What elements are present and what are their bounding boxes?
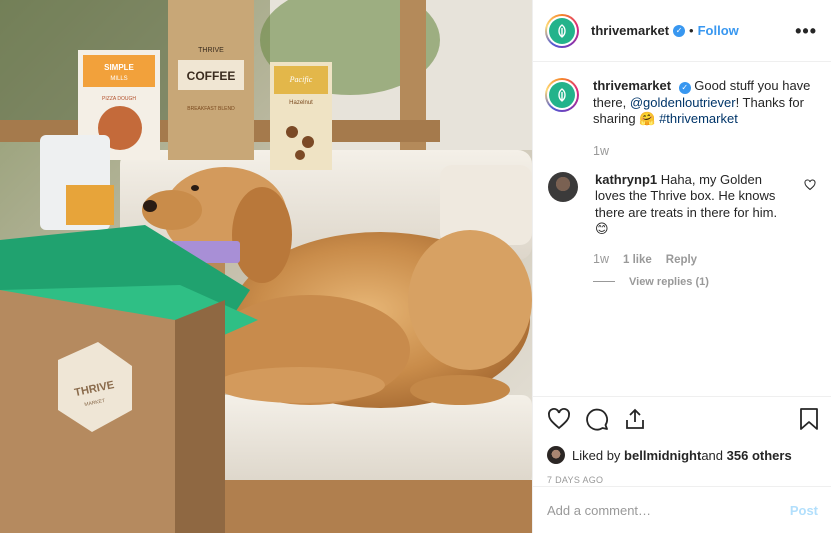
mix-box-label: PIZZA DOUGH [102, 96, 136, 102]
comment-username[interactable]: kathrynp1 [595, 172, 657, 187]
post-side-panel: thrivemarket ✓ • Follow ••• thrivemarket… [532, 0, 831, 533]
caption-avatar[interactable] [545, 78, 579, 112]
liked-prefix: Liked by [572, 447, 621, 463]
comment-input[interactable] [547, 502, 790, 518]
like-heart-icon[interactable] [547, 407, 571, 431]
comment-like-icon[interactable] [804, 178, 816, 194]
more-options-icon[interactable]: ••• [795, 22, 817, 40]
post-comment-button[interactable]: Post [790, 503, 818, 518]
view-replies-button[interactable]: View replies (1) [593, 276, 816, 288]
liker-avatar[interactable] [547, 446, 565, 464]
add-comment-bar: Post [533, 486, 831, 533]
comment-bubble-icon[interactable] [585, 407, 609, 431]
post-caption: thrivemarket ✓ Good stuff you have there… [545, 78, 816, 128]
comment-reply-button[interactable]: Reply [666, 254, 697, 266]
profile-avatar[interactable] [545, 13, 579, 48]
comment-item: kathrynp1 Haha, my Golden loves the Thri… [545, 171, 816, 238]
comments-list[interactable]: thrivemarket ✓ Good stuff you have there… [533, 62, 831, 396]
replies-divider [593, 281, 615, 282]
comment-meta: 1w 1 like Reply [593, 252, 816, 266]
comment-time[interactable]: 1w [593, 252, 609, 266]
comment-likes[interactable]: 1 like [623, 254, 652, 266]
header-separator: • [689, 23, 694, 38]
header-username[interactable]: thrivemarket [591, 23, 669, 38]
coffee-bag-label: COFFEE [187, 69, 236, 83]
commenter-avatar[interactable] [548, 171, 578, 202]
thrive-logo-icon [549, 17, 575, 44]
post-photo[interactable]: THRIVE COFFEE BREAKFAST BLEND SIMPLE MIL… [0, 0, 532, 533]
liked-user[interactable]: bellmidnight [624, 448, 701, 463]
caption-hashtag[interactable]: #thrivemarket [659, 111, 738, 126]
bookmark-icon[interactable] [798, 407, 820, 431]
coffee-bag-sub: BREAKFAST BLEND [187, 106, 235, 112]
verified-badge-icon: ✓ [673, 24, 686, 37]
post-timestamp[interactable]: 7 DAYS AGO [547, 475, 820, 485]
mix-box-sub: MILLS [110, 76, 127, 82]
hugging-face-emoji: 🤗 [639, 111, 656, 126]
verified-badge-icon: ✓ [678, 82, 691, 94]
caption-mention[interactable]: @goldenloutriever [630, 95, 736, 110]
broth-brand: Pacific [289, 75, 313, 84]
post-header: thrivemarket ✓ • Follow ••• [533, 0, 831, 62]
coffee-bag-top: THRIVE [198, 47, 224, 54]
caption-username[interactable]: thrivemarket [593, 78, 671, 93]
view-replies-label: View replies (1) [629, 275, 709, 288]
liked-others[interactable]: 356 others [727, 448, 792, 463]
liked-middle: and [701, 447, 724, 463]
follow-button[interactable]: Follow [698, 23, 739, 38]
broth-label: Hazelnut [289, 100, 313, 106]
share-icon[interactable] [623, 407, 647, 431]
caption-time[interactable]: 1w [593, 144, 816, 158]
mix-box-brand: SIMPLE [104, 63, 134, 72]
thrive-logo-icon [549, 82, 575, 108]
likes-summary: Liked by bellmidnight and 356 others [547, 446, 820, 464]
post-image: THRIVE COFFEE BREAKFAST BLEND SIMPLE MIL… [0, 0, 532, 533]
post-actions: Liked by bellmidnight and 356 others 7 D… [533, 396, 831, 485]
